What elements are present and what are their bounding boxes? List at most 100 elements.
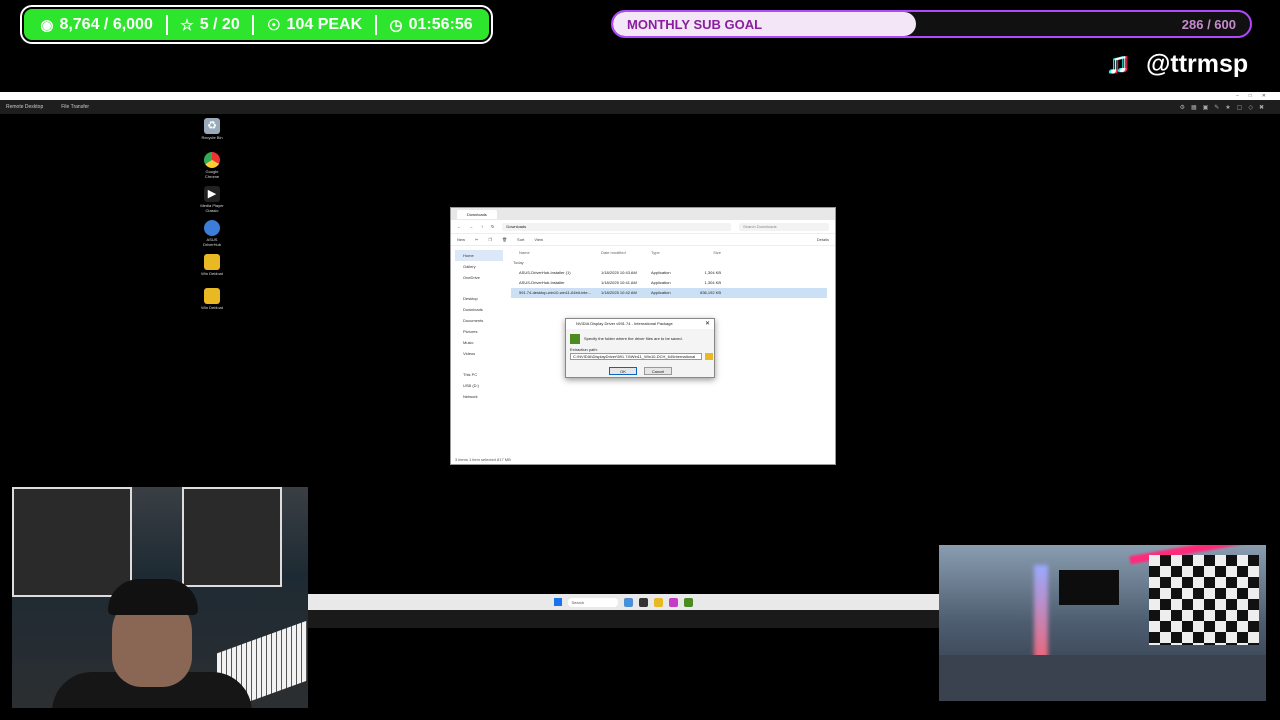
column-date[interactable]: Date modified	[601, 248, 651, 258]
nav-item-music[interactable]: Music	[455, 337, 503, 348]
sub-goal-count: 286 / 600	[1181, 17, 1236, 32]
back-icon[interactable]: ←	[457, 224, 461, 229]
divider	[374, 14, 377, 35]
tiktok-handle-block: ♫ @ttrmsp	[1100, 46, 1248, 82]
desktop-icon-media-player[interactable]: ▶ Media Player Classic	[198, 186, 226, 213]
room-camera	[939, 545, 1266, 701]
desktop-icon-folder[interactable]: Win Debloat	[198, 288, 226, 310]
start-icon[interactable]	[553, 598, 562, 606]
column-size[interactable]: Size	[691, 248, 721, 258]
nvidia-icon	[570, 334, 580, 344]
file-name: 591.74-desktop-win10-win11-64bit-inte...	[519, 290, 591, 295]
file-row[interactable]: ASUS-DriverHub-Installer (1) 1/18/2025 1…	[511, 268, 827, 278]
close-icon[interactable]: ✕	[705, 320, 710, 327]
desktop-icon-recycle-bin[interactable]: ♻ Recycle Bin	[198, 118, 226, 140]
recycle-bin-icon: ♻	[204, 118, 220, 134]
nav-item-home[interactable]: Home	[455, 250, 503, 261]
desktop-icon-folder[interactable]: Win Debloat	[198, 254, 226, 276]
file-explorer-icon[interactable]	[653, 597, 663, 607]
remote-window-titlebar: –□✕	[0, 92, 1280, 100]
explorer-nav-pane: Home Gallery OneDrive Desktop Downloads …	[451, 246, 507, 454]
streamer-webcam	[12, 487, 308, 708]
forward-icon[interactable]: →	[469, 224, 473, 229]
nav-item-this-pc[interactable]: This PC	[455, 369, 503, 380]
details-button[interactable]: Details	[817, 237, 829, 242]
group-header-today[interactable]: Today	[511, 258, 827, 268]
extraction-path-input[interactable]: C:\NVIDIA\DisplayDriver\591.74\Win11_Win…	[570, 353, 702, 360]
divider	[165, 14, 168, 35]
nav-item-videos[interactable]: Videos	[455, 348, 503, 359]
desktop-icon-asus[interactable]: ASUS DriverHub	[198, 220, 226, 247]
file-date: 1/18/2025 10:41 AM	[601, 280, 637, 285]
nav-item-pictures[interactable]: Pictures	[455, 326, 503, 337]
ok-button[interactable]: OK	[609, 367, 637, 375]
explorer-address-bar: ← → ↑ ↻ Downloads Search Downloads	[451, 220, 835, 234]
dialog-message: Specify the folder where the driver file…	[584, 336, 683, 341]
cut-icon[interactable]: ✂	[475, 237, 478, 242]
menu-remote-desktop[interactable]: Remote Desktop	[6, 104, 43, 110]
stars-stat: ☆ 5 / 20	[180, 16, 239, 34]
file-size: 836,192 KB	[700, 290, 721, 295]
up-icon[interactable]: ↑	[481, 224, 483, 229]
chrome-icon	[204, 152, 220, 168]
app-icon[interactable]	[638, 597, 648, 607]
sort-button[interactable]: Sort	[517, 237, 524, 242]
asus-icon	[204, 220, 220, 236]
tiktok-handle: @ttrmsp	[1146, 49, 1249, 78]
followers-value: 8,764 / 6,000	[59, 15, 153, 33]
file-row[interactable]: ASUS-DriverHub-Installer 1/18/2025 10:41…	[511, 278, 827, 288]
file-date: 1/18/2025 10:43 AM	[601, 270, 637, 275]
nav-item-usb[interactable]: USB (D:)	[455, 380, 503, 391]
tab-downloads[interactable]: Downloads	[457, 209, 497, 219]
column-type[interactable]: Type	[651, 248, 691, 258]
delete-icon[interactable]: 🗑	[502, 237, 507, 242]
column-name[interactable]: Name	[511, 248, 601, 258]
view-button[interactable]: View	[534, 237, 543, 242]
browse-folder-icon[interactable]	[705, 353, 713, 360]
remote-toolbar-icons[interactable]: ⚙▦▣✎★▢◇✖	[1180, 104, 1270, 111]
nav-item-gallery[interactable]: Gallery	[455, 261, 503, 272]
nvidia-extract-dialog: NVIDIA Display Driver v591.74 - Internat…	[565, 318, 715, 378]
explorer-tab-bar: Downloads	[451, 208, 835, 220]
sub-goal-label: MONTHLY SUB GOAL	[627, 17, 763, 32]
nav-item-downloads[interactable]: Downloads	[455, 304, 503, 315]
task-view-icon[interactable]	[623, 597, 633, 607]
file-type: Application	[651, 270, 671, 275]
file-size: 1,304 KB	[704, 270, 721, 275]
extraction-path-label: Extraction path:	[570, 347, 598, 352]
windows-taskbar: Search	[307, 594, 939, 610]
nav-item-desktop[interactable]: Desktop	[455, 293, 503, 304]
nav-item-onedrive[interactable]: OneDrive	[455, 272, 503, 283]
desktop-icon-label: Win Debloat	[201, 271, 223, 276]
nav-item-documents[interactable]: Documents	[455, 315, 503, 326]
app-icon[interactable]	[668, 597, 678, 607]
menu-file-transfer[interactable]: File Transfer	[61, 104, 89, 110]
remote-menu-bar: Remote Desktop File Transfer ⚙▦▣✎★▢◇✖	[0, 100, 1280, 114]
refresh-icon[interactable]: ↻	[491, 224, 494, 229]
user-icon: ◉	[40, 16, 54, 34]
shelf	[12, 487, 132, 597]
explorer-search-input[interactable]: Search Downloads	[739, 222, 829, 231]
peak-value: 104 PEAK	[286, 15, 363, 33]
nvidia-taskbar-icon[interactable]	[683, 597, 693, 607]
desktop-icon-label: Google Chrome	[204, 169, 220, 179]
divider	[252, 14, 255, 35]
file-list-header: Name Date modified Type Size	[511, 248, 827, 258]
new-button[interactable]: New	[457, 237, 465, 242]
file-row-selected[interactable]: 591.74-desktop-win10-win11-64bit-inte...…	[511, 288, 827, 298]
media-player-icon: ▶	[204, 186, 220, 202]
address-input[interactable]: Downloads	[502, 222, 731, 231]
taskbar-search[interactable]: Search	[567, 597, 618, 607]
nav-item-network[interactable]: Network	[455, 391, 503, 402]
file-type: Application	[651, 280, 671, 285]
desktop-icon-chrome[interactable]: Google Chrome	[198, 152, 226, 179]
copy-icon[interactable]: ❐	[488, 237, 492, 242]
timer-stat: ◷ 01:56:56	[390, 16, 473, 34]
dialog-title: NVIDIA Display Driver v591.74 - Internat…	[566, 319, 714, 329]
file-size: 1,304 KB	[704, 280, 721, 285]
folder-icon	[204, 288, 220, 304]
file-type: Application	[651, 290, 671, 295]
window-controls[interactable]: –□✕	[1236, 92, 1276, 100]
cancel-button[interactable]: Cancel	[644, 367, 672, 375]
tv-screen	[1059, 570, 1119, 605]
